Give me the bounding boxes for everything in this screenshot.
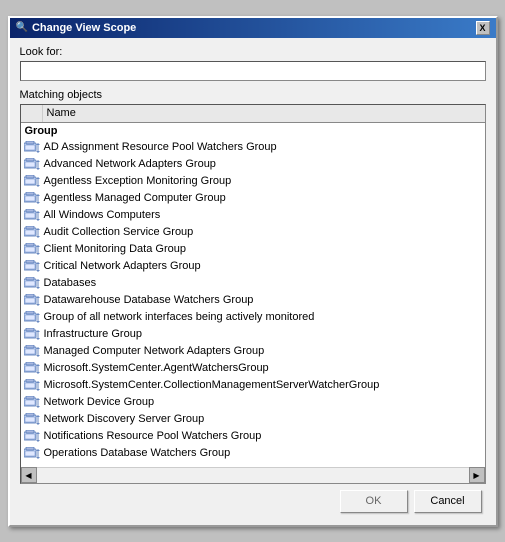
item-text: Audit Collection Service Group [44, 226, 194, 238]
list-item[interactable]: Client Monitoring Data Group [21, 241, 485, 258]
list-items: AD Assignment Resource Pool Watchers Gro… [21, 139, 485, 462]
group-icon [23, 446, 41, 460]
group-icon [23, 174, 41, 188]
list-item[interactable]: Network Discovery Server Group [21, 411, 485, 428]
ok-button[interactable]: OK [340, 490, 408, 513]
list-item[interactable]: Advanced Network Adapters Group [21, 156, 485, 173]
item-text: Agentless Managed Computer Group [44, 192, 226, 204]
item-text: Critical Network Adapters Group [44, 260, 201, 272]
dialog-icon: 🔍 [16, 22, 28, 33]
item-text: AD Assignment Resource Pool Watchers Gro… [44, 141, 277, 153]
cancel-button[interactable]: Cancel [414, 490, 482, 513]
item-text: Infrastructure Group [44, 328, 142, 340]
close-button[interactable]: X [476, 21, 490, 35]
item-text: Agentless Exception Monitoring Group [44, 175, 232, 187]
item-text: Notifications Resource Pool Watchers Gro… [44, 430, 262, 442]
group-icon [23, 259, 41, 273]
group-icon [23, 225, 41, 239]
list-item[interactable]: Operations Database Watchers Group [21, 445, 485, 462]
group-icon [23, 344, 41, 358]
item-text: Databases [44, 277, 97, 289]
group-icon [23, 157, 41, 171]
item-text: All Windows Computers [44, 209, 161, 221]
item-text: Microsoft.SystemCenter.AgentWatchersGrou… [44, 362, 269, 374]
list-item[interactable]: Critical Network Adapters Group [21, 258, 485, 275]
list-item[interactable]: Notifications Resource Pool Watchers Gro… [21, 428, 485, 445]
list-item[interactable]: Databases [21, 275, 485, 292]
list-header: Name [21, 105, 485, 123]
list-item[interactable]: Microsoft.SystemCenter.CollectionManagem… [21, 377, 485, 394]
dialog-content: Look for: Matching objects Name Group AD… [10, 38, 496, 525]
scroll-left-button[interactable]: ◀ [21, 467, 37, 483]
item-text: Operations Database Watchers Group [44, 447, 231, 459]
group-header: Group [21, 123, 485, 139]
list-item[interactable]: Network Device Group [21, 394, 485, 411]
matching-objects-label: Matching objects [20, 89, 486, 101]
col-icon-header [21, 105, 43, 122]
dialog-title: Change View Scope [32, 22, 136, 34]
scroll-track [37, 468, 469, 483]
group-icon [23, 208, 41, 222]
group-icon [23, 395, 41, 409]
look-for-input[interactable] [20, 61, 486, 81]
list-item[interactable]: Datawarehouse Database Watchers Group [21, 292, 485, 309]
group-icon [23, 310, 41, 324]
title-bar: 🔍 Change View Scope X [10, 18, 496, 38]
list-scroll-area[interactable]: Group AD Assignment Resource Pool Watche… [21, 123, 485, 467]
item-text: Client Monitoring Data Group [44, 243, 186, 255]
item-text: Advanced Network Adapters Group [44, 158, 216, 170]
item-text: Datawarehouse Database Watchers Group [44, 294, 254, 306]
group-icon [23, 378, 41, 392]
list-item[interactable]: AD Assignment Resource Pool Watchers Gro… [21, 139, 485, 156]
item-text: Network Device Group [44, 396, 155, 408]
list-item[interactable]: Infrastructure Group [21, 326, 485, 343]
list-item[interactable]: Managed Computer Network Adapters Group [21, 343, 485, 360]
group-icon [23, 412, 41, 426]
group-icon [23, 191, 41, 205]
item-text: Network Discovery Server Group [44, 413, 205, 425]
list-item[interactable]: Audit Collection Service Group [21, 224, 485, 241]
title-bar-left: 🔍 Change View Scope [16, 22, 137, 34]
group-icon [23, 140, 41, 154]
list-item[interactable]: All Windows Computers [21, 207, 485, 224]
group-icon [23, 242, 41, 256]
scroll-right-button[interactable]: ▶ [469, 467, 485, 483]
list-item[interactable]: Group of all network interfaces being ac… [21, 309, 485, 326]
horizontal-scrollbar: ◀ ▶ [21, 467, 485, 483]
group-icon [23, 293, 41, 307]
item-text: Group of all network interfaces being ac… [44, 311, 315, 323]
group-icon [23, 429, 41, 443]
item-text: Managed Computer Network Adapters Group [44, 345, 265, 357]
list-item[interactable]: Microsoft.SystemCenter.AgentWatchersGrou… [21, 360, 485, 377]
group-icon [23, 327, 41, 341]
group-icon [23, 361, 41, 375]
item-text: Microsoft.SystemCenter.CollectionManagem… [44, 379, 380, 391]
list-item[interactable]: Agentless Exception Monitoring Group [21, 173, 485, 190]
look-for-label: Look for: [20, 46, 486, 58]
group-icon [23, 276, 41, 290]
button-row: OK Cancel [20, 484, 486, 517]
col-name-header: Name [43, 107, 485, 119]
change-view-scope-dialog: 🔍 Change View Scope X Look for: Matching… [8, 16, 498, 527]
list-container: Name Group AD Assignment Resource Pool W… [20, 104, 486, 484]
list-item[interactable]: Agentless Managed Computer Group [21, 190, 485, 207]
